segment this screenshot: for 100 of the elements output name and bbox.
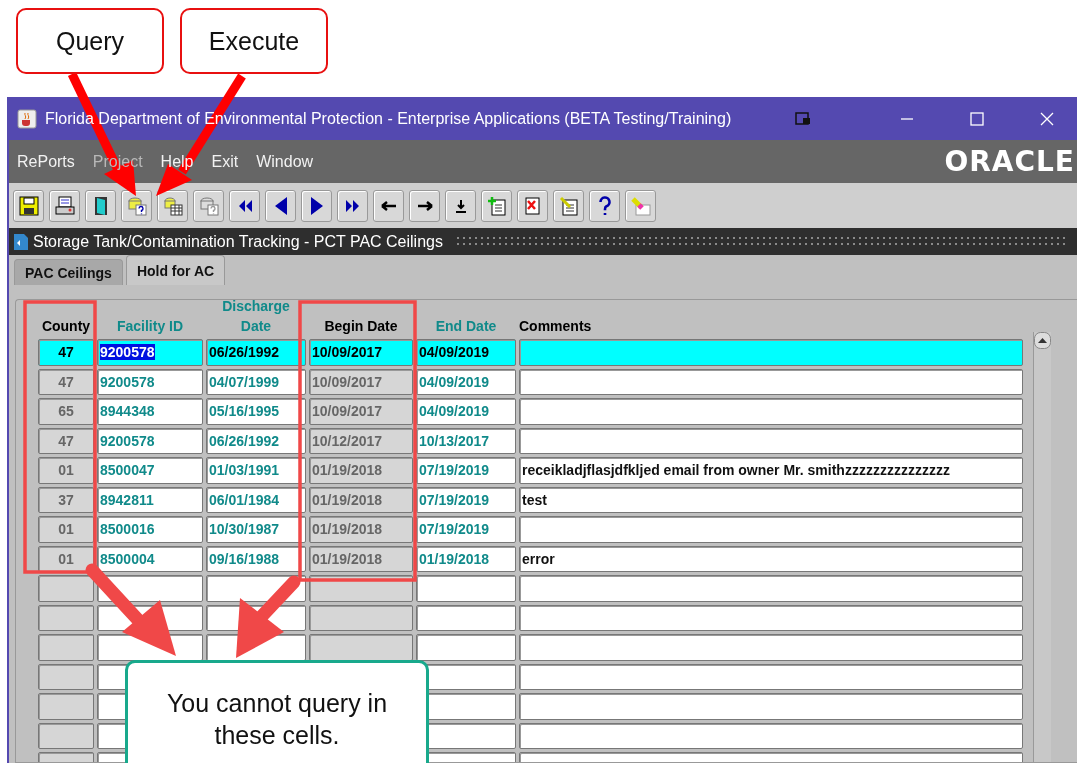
table-cell[interactable]: 10/09/2017 xyxy=(309,368,413,395)
table-cell[interactable]: 47 xyxy=(38,427,94,454)
table-cell[interactable]: receikladjflasjdfkljed email from owner Mr. smithzzzzzzzzzzzzzzz xyxy=(519,457,1023,484)
annotation-tooltip: You cannot query in these cells. xyxy=(125,660,429,763)
empty-cell[interactable] xyxy=(519,634,1023,661)
empty-cell[interactable] xyxy=(519,693,1023,720)
execute-button[interactable] xyxy=(157,189,188,222)
menu-item[interactable]: Window xyxy=(256,152,314,171)
table-cell[interactable]: 09/16/1988 xyxy=(206,545,306,572)
table-cell[interactable]: 01/19/2018 xyxy=(309,486,413,513)
table-cell[interactable]: 10/12/2017 xyxy=(309,427,413,454)
table-cell[interactable] xyxy=(519,427,1023,454)
column-header: Comments xyxy=(519,317,593,336)
close-icon[interactable] xyxy=(1039,110,1056,127)
form-icon xyxy=(13,232,29,251)
table-cell[interactable]: 8500004 xyxy=(97,545,203,572)
save-button[interactable] xyxy=(13,189,44,222)
table-cell[interactable]: 04/09/2019 xyxy=(416,339,516,366)
table-cell[interactable] xyxy=(519,398,1023,425)
menu-item[interactable]: RePorts xyxy=(17,152,75,171)
empty-cell[interactable] xyxy=(38,663,94,690)
empty-cell[interactable] xyxy=(519,604,1023,631)
table-cell[interactable]: 06/26/1992 xyxy=(206,339,306,366)
empty-cell[interactable] xyxy=(416,604,516,631)
empty-cell[interactable] xyxy=(38,575,94,602)
column-header: Discharge Date xyxy=(221,300,291,336)
down-button[interactable] xyxy=(445,189,476,222)
eraser-button[interactable] xyxy=(625,189,656,222)
prev-button[interactable] xyxy=(265,189,296,222)
print-button[interactable] xyxy=(49,189,80,222)
table-cell[interactable]: 65 xyxy=(38,398,94,425)
document-pencil-icon xyxy=(557,194,580,217)
callout-label: Query xyxy=(16,8,164,74)
table-cell[interactable]: error xyxy=(519,545,1023,572)
table-cell[interactable]: 07/19/2019 xyxy=(416,516,516,543)
empty-cell[interactable] xyxy=(38,634,94,661)
document-plus-icon xyxy=(485,194,508,217)
table-cell[interactable]: 01/19/2018 xyxy=(309,516,413,543)
right-button[interactable] xyxy=(409,189,440,222)
table-cell[interactable]: 8500047 xyxy=(97,457,203,484)
table-cell[interactable]: 07/19/2019 xyxy=(416,457,516,484)
table-cell[interactable]: 8944348 xyxy=(97,398,203,425)
empty-cell[interactable] xyxy=(309,634,413,661)
door-button[interactable] xyxy=(85,189,116,222)
table-cell[interactable]: 9200578 xyxy=(97,427,203,454)
scroll-up-icon[interactable] xyxy=(1034,332,1051,349)
edit-button[interactable] xyxy=(553,189,584,222)
table-cell[interactable]: 47 xyxy=(38,339,94,366)
empty-cell[interactable] xyxy=(519,722,1023,749)
table-cell[interactable]: 01/19/2018 xyxy=(309,545,413,572)
table-cell[interactable]: 10/09/2017 xyxy=(309,339,413,366)
table-cell[interactable]: 10/13/2017 xyxy=(416,427,516,454)
empty-cell[interactable] xyxy=(38,693,94,720)
empty-cell[interactable] xyxy=(38,722,94,749)
insert-button[interactable] xyxy=(481,189,512,222)
last-button[interactable] xyxy=(337,189,368,222)
table-cell[interactable]: 05/16/1995 xyxy=(206,398,306,425)
empty-cell[interactable] xyxy=(309,604,413,631)
query-off-button[interactable] xyxy=(193,189,224,222)
tab[interactable]: Hold for AC xyxy=(125,255,226,285)
table-cell[interactable]: 8500016 xyxy=(97,516,203,543)
vertical-scrollbar[interactable] xyxy=(1033,332,1051,762)
table-cell[interactable]: 10/09/2017 xyxy=(309,398,413,425)
first-button[interactable] xyxy=(229,189,260,222)
table-cell[interactable]: 9200578 xyxy=(97,368,203,395)
form-title: Storage Tank/Contamination Tracking - PCT PAC Ceilings xyxy=(33,232,443,251)
empty-cell[interactable] xyxy=(416,575,516,602)
table-cell[interactable]: 01/19/2018 xyxy=(309,457,413,484)
restore-window-icon[interactable] xyxy=(795,111,812,126)
empty-cell[interactable] xyxy=(416,634,516,661)
table-cell[interactable]: 8942811 xyxy=(97,486,203,513)
empty-cell[interactable] xyxy=(519,575,1023,602)
query-button[interactable] xyxy=(121,189,152,222)
left-button[interactable] xyxy=(373,189,404,222)
tab[interactable]: PAC Ceilings xyxy=(14,259,123,285)
table-cell[interactable]: 04/07/1999 xyxy=(206,368,306,395)
table-cell[interactable]: 06/01/1984 xyxy=(206,486,306,513)
delete-button[interactable] xyxy=(517,189,548,222)
maximize-icon[interactable] xyxy=(969,110,986,127)
table-cell[interactable] xyxy=(519,339,1023,366)
table-cell[interactable]: 01 xyxy=(38,457,94,484)
table-cell[interactable]: 10/30/1987 xyxy=(206,516,306,543)
empty-cell[interactable] xyxy=(38,604,94,631)
table-cell[interactable] xyxy=(519,516,1023,543)
menu-item[interactable]: Exit xyxy=(211,152,239,171)
table-cell[interactable]: 04/09/2019 xyxy=(416,368,516,395)
help-button[interactable] xyxy=(589,189,620,222)
table-cell[interactable]: 07/19/2019 xyxy=(416,486,516,513)
table-cell[interactable]: 06/26/1992 xyxy=(206,427,306,454)
table-cell[interactable]: 37 xyxy=(38,486,94,513)
next-button[interactable] xyxy=(301,189,332,222)
table-cell[interactable]: 04/09/2019 xyxy=(416,398,516,425)
empty-cell[interactable] xyxy=(519,663,1023,690)
table-cell[interactable]: 01 xyxy=(38,516,94,543)
table-cell[interactable] xyxy=(519,368,1023,395)
table-cell[interactable]: 01/19/2018 xyxy=(416,545,516,572)
table-cell[interactable]: 9200578 xyxy=(97,339,203,366)
table-cell[interactable]: 47 xyxy=(38,368,94,395)
table-cell[interactable]: 01/03/1991 xyxy=(206,457,306,484)
table-cell[interactable]: test xyxy=(519,486,1023,513)
